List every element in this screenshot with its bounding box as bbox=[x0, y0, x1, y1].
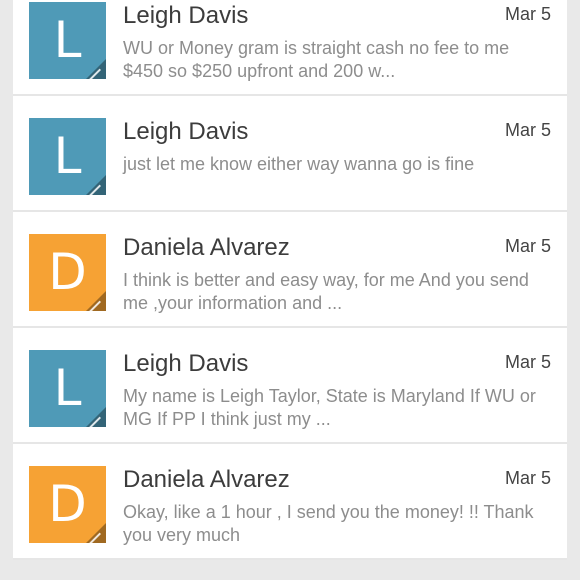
avatar-initial: L bbox=[53, 127, 82, 185]
avatar-initial: L bbox=[53, 359, 82, 417]
contact-avatar[interactable]: D bbox=[29, 234, 106, 311]
contact-avatar[interactable]: L bbox=[29, 118, 106, 195]
avatar-initial: D bbox=[48, 243, 87, 301]
avatar-initial: D bbox=[48, 475, 87, 533]
avatar-initial: L bbox=[53, 11, 82, 69]
message-item[interactable]: L Leigh Davis Mar 5 just let me know eit… bbox=[13, 96, 567, 212]
message-date: Mar 5 bbox=[504, 4, 551, 24]
avatar-fold-icon bbox=[86, 59, 106, 79]
message-snippet: I think is better and easy way, for me A… bbox=[123, 270, 529, 313]
message-date: Mar 5 bbox=[504, 468, 551, 488]
message-snippet: Okay, like a 1 hour , I send you the mon… bbox=[123, 502, 534, 545]
message-snippet: My name is Leigh Taylor, State is Maryla… bbox=[123, 386, 536, 429]
avatar-fold-icon bbox=[86, 523, 106, 543]
message-item[interactable]: D Daniela Alvarez Mar 5 I think is bette… bbox=[13, 212, 567, 328]
avatar-fold-icon bbox=[86, 291, 106, 311]
contact-avatar[interactable]: L bbox=[29, 350, 106, 427]
contact-avatar[interactable]: L bbox=[29, 2, 106, 79]
message-item[interactable]: L Leigh Davis Mar 5 My name is Leigh Tay… bbox=[13, 328, 567, 444]
message-item[interactable]: L Leigh Davis Mar 5 WU or Money gram is … bbox=[13, 0, 567, 96]
avatar-fold-icon bbox=[86, 407, 106, 427]
message-list: L Leigh Davis Mar 5 WU or Money gram is … bbox=[13, 0, 567, 560]
avatar-fold-icon bbox=[86, 175, 106, 195]
message-snippet: WU or Money gram is straight cash no fee… bbox=[123, 38, 510, 81]
sender-name: Daniela Alvarez bbox=[123, 234, 290, 261]
message-date: Mar 5 bbox=[504, 120, 551, 140]
message-date: Mar 5 bbox=[504, 236, 551, 256]
contact-avatar[interactable]: D bbox=[29, 466, 106, 543]
sender-name: Leigh Davis bbox=[123, 118, 249, 145]
sender-name: Leigh Davis bbox=[123, 350, 249, 377]
message-date: Mar 5 bbox=[504, 352, 551, 372]
sender-name: Daniela Alvarez bbox=[123, 466, 290, 493]
message-snippet: just let me know either way wanna go is … bbox=[123, 154, 475, 174]
message-item[interactable]: D Daniela Alvarez Mar 5 Okay, like a 1 h… bbox=[13, 444, 567, 560]
sender-name: Leigh Davis bbox=[123, 2, 249, 29]
